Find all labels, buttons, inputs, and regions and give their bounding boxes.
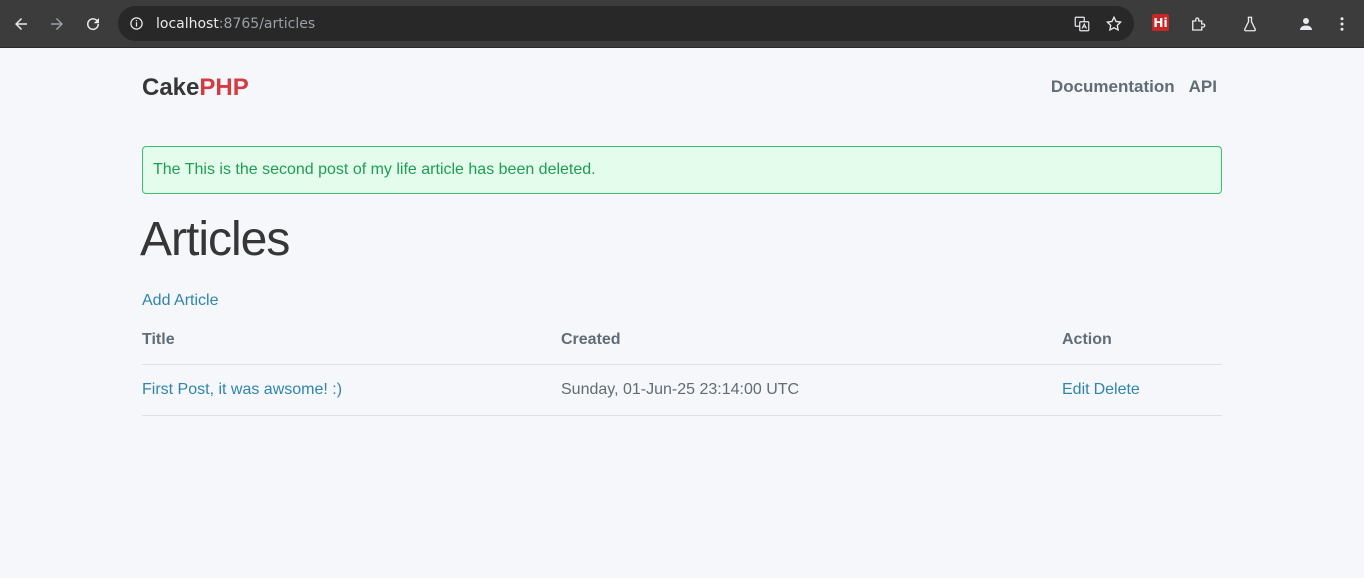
table-row: First Post, it was awsome! :) Sunday, 01… bbox=[142, 365, 1222, 416]
puzzle-icon[interactable] bbox=[1180, 6, 1216, 42]
url-path: :8765/articles bbox=[218, 15, 316, 32]
article-title-link[interactable]: First Post, it was awsome! :) bbox=[142, 381, 342, 399]
table-header-row: Title Created Action bbox=[142, 322, 1222, 365]
add-article-link[interactable]: Add Article bbox=[142, 292, 218, 310]
translate-icon[interactable] bbox=[1066, 8, 1098, 40]
nav-links: Documentation API bbox=[1051, 77, 1217, 97]
url-host: localhost bbox=[156, 15, 219, 32]
edit-link[interactable]: Edit bbox=[1062, 381, 1090, 398]
url-text[interactable]: localhost:8765/articles bbox=[156, 16, 315, 32]
profile-icon[interactable] bbox=[1288, 6, 1324, 42]
nav-documentation-link[interactable]: Documentation bbox=[1051, 77, 1175, 97]
browser-toolbar: localhost:8765/articles Hi bbox=[0, 0, 1364, 48]
brand-php: PHP bbox=[199, 74, 249, 101]
header-action: Action bbox=[1062, 331, 1112, 348]
delete-link[interactable]: Delete bbox=[1094, 381, 1140, 398]
brand-logo[interactable]: CakePHP bbox=[142, 74, 249, 102]
extension-hi-icon[interactable]: Hi bbox=[1152, 14, 1169, 31]
info-icon[interactable] bbox=[118, 6, 154, 41]
header-title: Title bbox=[142, 331, 175, 348]
top-nav: CakePHP Documentation API bbox=[142, 72, 1222, 102]
articles-table: Title Created Action First Post, it was … bbox=[142, 322, 1222, 416]
article-created: Sunday, 01-Jun-25 23:14:00 UTC bbox=[561, 381, 800, 398]
lab-icon[interactable] bbox=[1232, 6, 1268, 42]
page-title: Articles bbox=[140, 213, 290, 266]
nav-api-link[interactable]: API bbox=[1189, 77, 1217, 97]
back-icon[interactable] bbox=[3, 6, 39, 42]
menu-icon[interactable] bbox=[1324, 6, 1360, 42]
article-actions: Edit Delete bbox=[1062, 381, 1144, 399]
header-created: Created bbox=[561, 331, 621, 348]
flash-success-message[interactable]: The This is the second post of my life a… bbox=[142, 146, 1222, 194]
brand-cake: Cake bbox=[142, 74, 200, 101]
forward-icon[interactable] bbox=[39, 6, 75, 42]
address-bar[interactable]: localhost:8765/articles bbox=[118, 6, 1134, 41]
star-icon[interactable] bbox=[1098, 8, 1130, 40]
reload-icon[interactable] bbox=[75, 6, 111, 42]
